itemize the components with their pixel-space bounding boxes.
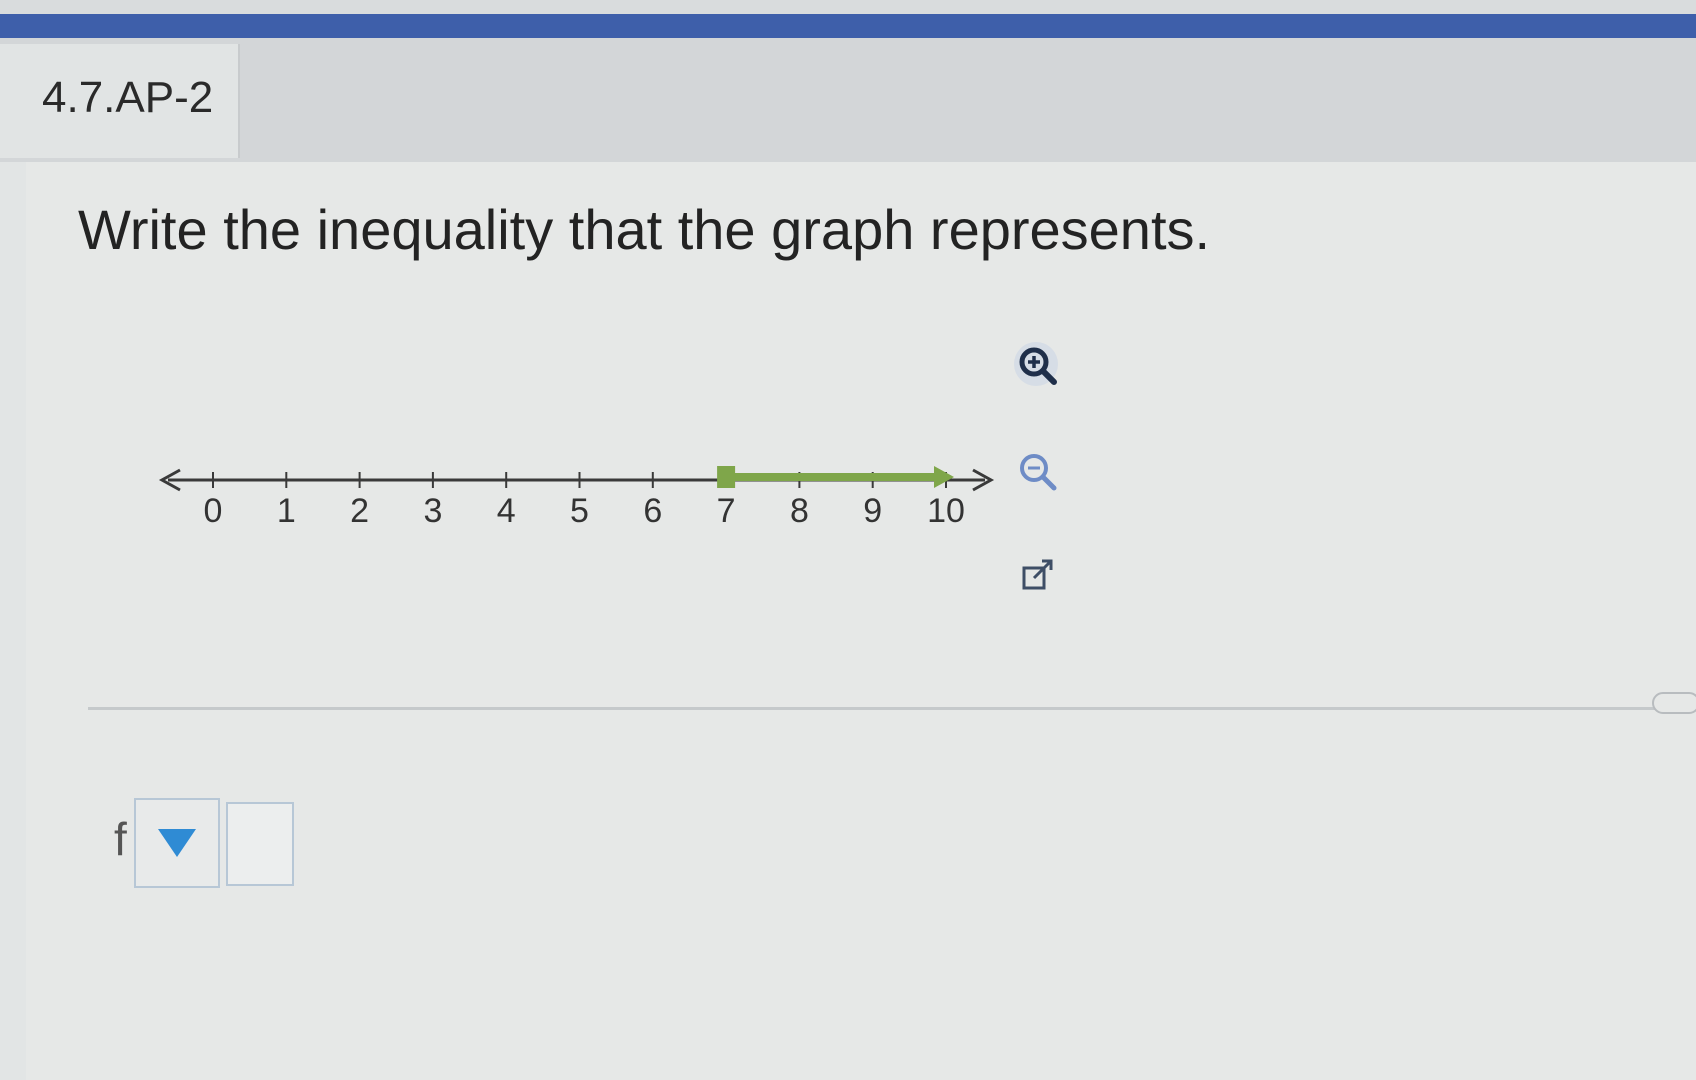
top-strip xyxy=(0,0,1696,14)
expand-handle[interactable] xyxy=(1652,692,1696,714)
tick-label: 9 xyxy=(863,492,882,530)
zoom-out-button[interactable] xyxy=(1012,446,1068,502)
question-header xyxy=(0,38,1696,162)
closed-endpoint xyxy=(717,466,736,488)
question-id: 4.7.AP-2 xyxy=(42,73,214,122)
inequality-symbol-dropdown[interactable] xyxy=(134,798,220,888)
tick-label: 6 xyxy=(643,492,662,530)
tick-label: 2 xyxy=(350,492,369,530)
tick-label: 3 xyxy=(423,492,442,530)
tick-label: 4 xyxy=(497,492,516,530)
external-link-icon xyxy=(1022,559,1053,590)
section-divider xyxy=(88,707,1668,710)
tick-label: 10 xyxy=(927,492,965,530)
zoom-out-icon xyxy=(1020,454,1057,491)
answer-input[interactable] xyxy=(226,802,294,886)
open-in-new-window-button[interactable] xyxy=(1010,548,1066,604)
number-line-graph: 0 1 2 3 4 5 6 7 8 9 10 xyxy=(158,466,995,530)
tick-label: 5 xyxy=(570,492,589,530)
tick-label: 1 xyxy=(277,492,296,530)
zoom-in-button[interactable] xyxy=(1012,340,1068,396)
question-content xyxy=(26,162,1696,1080)
triangle-down-icon xyxy=(158,829,196,857)
ray-arrow-icon xyxy=(934,466,954,488)
top-navigation-bar xyxy=(0,14,1696,38)
question-prompt: Write the inequality that the graph repr… xyxy=(78,198,1211,261)
answer-prefix: f xyxy=(114,813,127,865)
tick-label: 8 xyxy=(790,492,809,530)
tick-label: 0 xyxy=(204,492,223,530)
zoom-in-icon xyxy=(1014,342,1058,386)
tick-label: 7 xyxy=(717,492,736,530)
